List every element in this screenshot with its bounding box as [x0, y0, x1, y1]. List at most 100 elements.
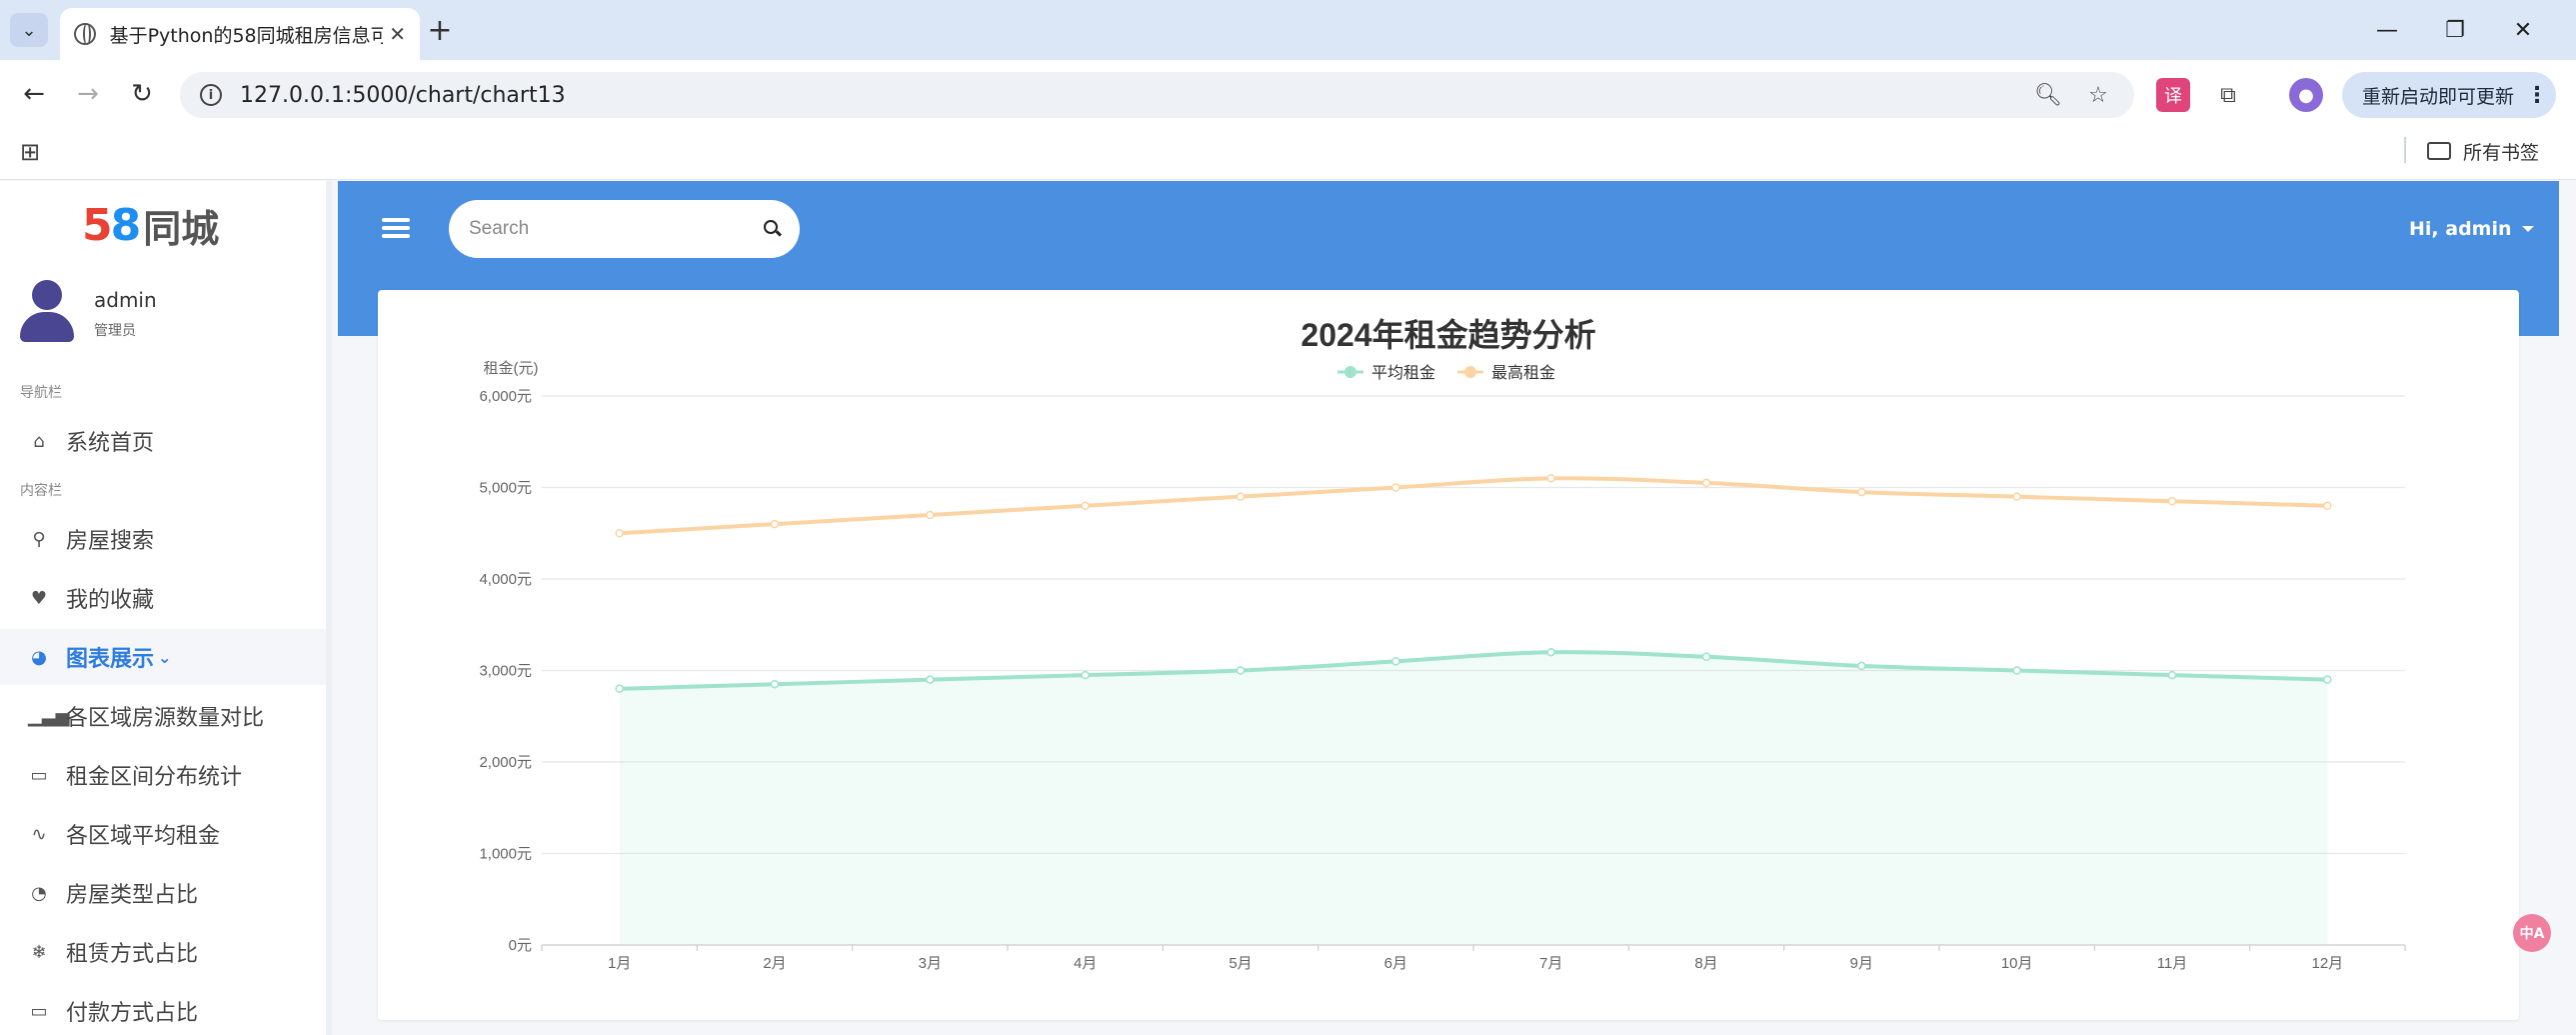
- sidebar-item-region-avg-rent[interactable]: ∿ 各区域平均租金: [0, 806, 326, 862]
- tab-search-dropdown[interactable]: ⌄: [10, 13, 48, 47]
- avatar: [18, 280, 74, 342]
- bookmarks-divider: [2404, 137, 2406, 163]
- data-point: [1236, 492, 1246, 501]
- legend-label: 平均租金: [1371, 364, 1435, 382]
- data-point: [1701, 652, 1711, 662]
- extensions-puzzle-icon[interactable]: ⧉: [2211, 78, 2245, 112]
- data-point: [2167, 496, 2177, 506]
- user-name: admin: [94, 288, 157, 312]
- site-logo[interactable]: 5 8 同城: [82, 199, 219, 251]
- omnibox[interactable]: i 127.0.0.1:5000/chart/chart13: [180, 72, 2134, 118]
- sidebar-item-label: 我的收藏: [66, 588, 155, 613]
- bookmarks-bar: [0, 128, 2576, 180]
- reload-button[interactable]: ↻: [122, 74, 162, 114]
- content-section-label: 内容栏: [20, 483, 62, 499]
- forward-button[interactable]: →: [68, 74, 108, 114]
- data-point: [2012, 666, 2021, 675]
- sidebar-item-label: 系统首页: [66, 431, 155, 456]
- search-icon: ⚲: [32, 528, 46, 550]
- sidebar-item-payment-type[interactable]: ▭ 付款方式占比: [0, 983, 326, 1035]
- sidebar-item-label: 租金区间分布统计: [66, 765, 243, 790]
- dashboard-icon: ◔: [31, 882, 47, 904]
- data-point: [1081, 670, 1090, 680]
- sidebar-item-label: 租赁方式占比: [66, 942, 199, 967]
- logo-digit-five: 5: [82, 199, 113, 251]
- sidebar-item-label: 图表展示: [66, 647, 155, 672]
- snowflake-icon: ❄: [31, 941, 47, 963]
- sidebar-item-label: 各区域平均租金: [66, 824, 221, 849]
- x-tick-label: 12月: [2311, 955, 2343, 972]
- x-tick-label: 5月: [1229, 955, 1252, 972]
- y-tick-label: 4,000元: [479, 571, 532, 588]
- apps-grid-icon[interactable]: ⊞: [16, 138, 44, 166]
- sidebar-item-house-search[interactable]: ⚲ 房屋搜索: [0, 511, 326, 567]
- data-point: [770, 679, 780, 689]
- site-info-icon[interactable]: i: [200, 84, 222, 106]
- series-area: [619, 652, 2328, 945]
- all-bookmarks-button[interactable]: 所有书签: [2427, 136, 2539, 166]
- minimize-button[interactable]: —: [2367, 10, 2407, 50]
- legend-label: 最高租金: [1491, 364, 1555, 382]
- chevron-down-icon: ⌄: [21, 19, 37, 41]
- translate-float-button[interactable]: 中A: [2513, 914, 2551, 952]
- x-tick-label: 1月: [608, 955, 631, 972]
- sidebar-item-charts[interactable]: ◕ 图表展示 ⌄: [0, 629, 326, 685]
- greeting-text: Hi, admin: [2409, 218, 2512, 240]
- search-input[interactable]: [469, 218, 739, 240]
- data-point: [1857, 487, 1866, 497]
- user-menu[interactable]: Hi, admin: [2409, 218, 2534, 240]
- home-icon: ⌂: [33, 430, 45, 452]
- y-tick-label: 0元: [509, 937, 532, 954]
- data-point: [615, 684, 624, 694]
- x-tick-label: 11月: [2157, 955, 2188, 972]
- profile-avatar-icon[interactable]: ●: [2289, 78, 2323, 112]
- globe-icon: [74, 23, 96, 45]
- arrow-left-icon: ←: [23, 79, 45, 109]
- data-point: [1236, 666, 1246, 675]
- new-tab-button[interactable]: +: [422, 12, 458, 48]
- data-point: [2012, 492, 2021, 501]
- zoom-icon[interactable]: 🔍︎: [2031, 78, 2065, 112]
- search-icon[interactable]: [764, 220, 778, 234]
- data-point: [615, 529, 624, 538]
- data-point: [1701, 478, 1711, 488]
- update-button[interactable]: 重新启动即可更新 ⋮: [2342, 72, 2556, 118]
- sidebar-item-lease-type[interactable]: ❄ 租赁方式占比: [0, 924, 326, 980]
- data-point: [2323, 675, 2332, 684]
- heart-icon: ♥: [30, 587, 48, 609]
- sidebar-item-favorites[interactable]: ♥ 我的收藏: [0, 570, 326, 626]
- data-point: [770, 519, 780, 529]
- signal-bars-icon: ▁▃▅: [28, 705, 70, 727]
- x-tick-label: 4月: [1074, 955, 1097, 972]
- back-button[interactable]: ←: [14, 74, 54, 114]
- y-axis-label: 租金(元): [484, 360, 539, 377]
- data-point: [2323, 501, 2332, 511]
- nav-section-label: 导航栏: [20, 385, 62, 401]
- bookmark-star-icon[interactable]: ☆: [2081, 78, 2115, 112]
- data-point: [1391, 483, 1400, 492]
- data-point: [1857, 661, 1866, 671]
- data-point: [1081, 501, 1090, 511]
- translate-extension-icon[interactable]: 译: [2156, 78, 2190, 112]
- folder-icon: [2427, 142, 2451, 160]
- sidebar-item-house-type[interactable]: ◔ 房屋类型占比: [0, 865, 326, 921]
- all-bookmarks-label: 所有书签: [2463, 141, 2540, 164]
- browser-tab[interactable]: 基于Python的58同城租房信息可视化 ✕: [60, 8, 420, 60]
- close-icon[interactable]: ✕: [389, 22, 406, 46]
- data-point: [1546, 647, 1555, 657]
- pie-chart-icon: ◕: [31, 646, 47, 668]
- pulse-icon: ∿: [31, 823, 47, 845]
- menu-toggle-button[interactable]: [382, 214, 410, 242]
- restore-button[interactable]: ❐: [2435, 10, 2475, 50]
- sidebar-item-region-count[interactable]: ▁▃▅ 各区域房源数量对比: [0, 688, 326, 744]
- y-tick-label: 1,000元: [479, 846, 532, 863]
- x-tick-label: 3月: [919, 955, 942, 972]
- data-point: [1391, 657, 1400, 666]
- window-close-button[interactable]: ✕: [2503, 10, 2543, 50]
- sidebar-item-home[interactable]: ⌂ 系统首页: [0, 413, 326, 469]
- tab-title: 基于Python的58同城租房信息可视化: [109, 24, 384, 47]
- sidebar-item-rent-range[interactable]: ▭ 租金区间分布统计: [0, 747, 326, 803]
- legend-marker: [1464, 366, 1476, 378]
- plus-icon: +: [427, 12, 453, 48]
- user-role: 管理员: [94, 323, 136, 339]
